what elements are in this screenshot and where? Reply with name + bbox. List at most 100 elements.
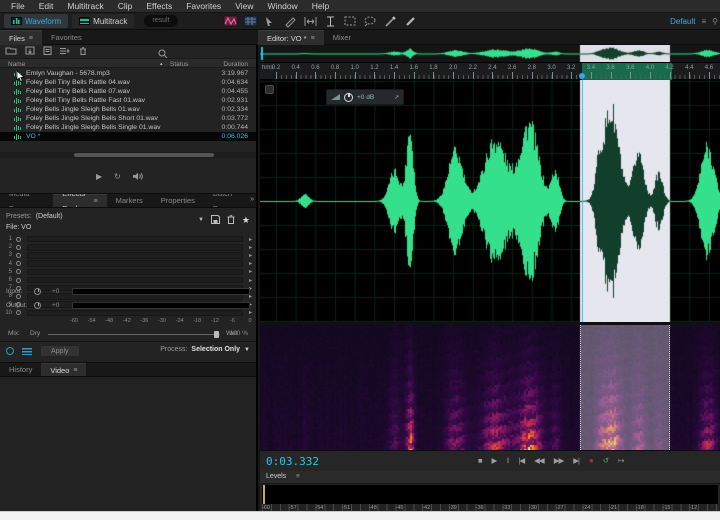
apply-button[interactable]: Apply [40, 345, 80, 357]
slot-power-icon[interactable] [16, 269, 21, 274]
slot-well[interactable] [27, 277, 243, 284]
waveform-overview-strip[interactable] [260, 45, 720, 63]
slot-well[interactable] [27, 244, 243, 251]
rack-bypass-icon[interactable] [22, 347, 32, 355]
razor-tool-icon[interactable] [284, 16, 297, 27]
waveform-view-button[interactable]: Waveform [4, 14, 68, 28]
menu-file[interactable]: File [4, 0, 32, 12]
slip-tool-icon[interactable] [304, 16, 317, 27]
menu-view[interactable]: View [228, 0, 260, 12]
workspace-menu-icon[interactable]: ≡ [701, 17, 706, 26]
sort-ascending-icon[interactable]: ▴ [160, 61, 163, 67]
file-row[interactable]: Foley Bells Jingle Sleigh Bells 01.wav0:… [0, 105, 256, 114]
slot-power-icon[interactable] [16, 237, 21, 242]
tab-video[interactable]: Video≡ [41, 363, 86, 376]
effect-slot[interactable]: 6▸ [0, 276, 256, 284]
scrollbar-thumb[interactable] [74, 153, 214, 157]
pause-button[interactable]: ‖ [506, 454, 508, 468]
slot-arrow-icon[interactable]: ▸ [249, 236, 252, 243]
waveform-display[interactable]: +0 dB ↗ [260, 80, 720, 322]
panel-menu-icon[interactable]: ≡ [311, 31, 315, 46]
hud-fade-icon[interactable] [331, 94, 340, 100]
tab-overflow-icon[interactable]: » [250, 196, 254, 203]
favorite-star-icon[interactable]: ★ [242, 215, 250, 226]
tab-effects-rack[interactable]: Effects Rack≡ [53, 194, 106, 207]
spectral-display[interactable] [260, 322, 720, 450]
paintbrush-tool-icon[interactable] [384, 16, 397, 27]
effect-slot[interactable]: 4▸ [0, 260, 256, 268]
file-row[interactable]: Foley Bell Tiny Bells Rattle Fast 01.wav… [0, 96, 256, 105]
spot-healing-tool-icon[interactable] [404, 16, 417, 27]
input-knob[interactable] [34, 288, 41, 295]
lasso-selection-tool-icon[interactable] [364, 16, 377, 27]
output-knob[interactable] [34, 302, 41, 309]
record-button[interactable]: ● [589, 454, 593, 468]
levels-tab-label[interactable]: Levels [266, 473, 286, 480]
effect-slot[interactable]: 2▸ [0, 243, 256, 251]
process-mode-select[interactable]: Selection Only [191, 346, 240, 353]
file-row[interactable]: Foley Bell Tiny Bells Rattle 07.wav0:04.… [0, 87, 256, 96]
column-status[interactable]: Status [170, 61, 188, 68]
levels-menu-icon[interactable]: ≡ [296, 473, 300, 480]
marquee-selection-tool-icon[interactable] [344, 16, 357, 27]
slot-arrow-icon[interactable]: ▸ [249, 268, 252, 275]
slot-well[interactable] [27, 252, 243, 259]
file-row[interactable]: Foley Bells Jingle Sleigh Bells Short 01… [0, 114, 256, 123]
workspace-switcher[interactable]: Default [670, 17, 695, 26]
time-display[interactable]: 0:03.332 [266, 455, 319, 468]
move-tool-icon[interactable] [264, 16, 277, 27]
slot-well[interactable] [27, 236, 243, 243]
effect-slot[interactable]: 1▸ [0, 235, 256, 243]
slot-power-icon[interactable] [16, 278, 21, 283]
slot-power-icon[interactable] [16, 310, 21, 315]
effect-slot[interactable]: 5▸ [0, 268, 256, 276]
menu-effects[interactable]: Effects [139, 0, 179, 12]
preset-dropdown-icon[interactable]: ▼ [198, 217, 204, 223]
column-duration[interactable]: Duration [223, 61, 248, 68]
tab-mixer[interactable]: Mixer [324, 30, 360, 45]
search-result-box[interactable]: result [144, 15, 177, 27]
mix-slider-track[interactable] [48, 334, 220, 335]
overview-canvas[interactable] [260, 45, 720, 62]
tab-batch-process[interactable]: Batch Process [204, 194, 256, 207]
tab-properties[interactable]: Properties [152, 194, 204, 207]
tab-history[interactable]: History [0, 363, 41, 376]
tab-media-browser[interactable]: Media Browser [0, 194, 53, 207]
panel-menu-icon[interactable]: ≡ [94, 194, 98, 209]
slot-arrow-icon[interactable]: ▸ [249, 244, 252, 251]
column-name[interactable]: Name [8, 61, 25, 68]
tab-editor-vo[interactable]: Editor: VO *≡ [258, 30, 324, 45]
slot-well[interactable] [27, 260, 243, 267]
tab-markers[interactable]: Markers [107, 194, 152, 207]
skip-selection-button[interactable]: ↦ [618, 454, 623, 468]
files-autoplay-icon[interactable] [133, 168, 144, 186]
menu-help[interactable]: Help [305, 0, 336, 12]
playhead-marker[interactable] [579, 73, 585, 79]
spectral-display-toggle-icon[interactable] [224, 16, 237, 27]
move-next-button[interactable]: ▶| [573, 454, 579, 468]
files-play-icon[interactable]: ▶ [96, 172, 102, 182]
menu-favorites[interactable]: Favorites [179, 0, 228, 12]
slot-arrow-icon[interactable]: ▸ [249, 252, 252, 259]
slot-well[interactable] [27, 269, 243, 276]
hud-expand-icon[interactable]: ↗ [394, 94, 399, 101]
menu-edit[interactable]: Edit [32, 0, 61, 12]
search-help-icon[interactable]: ⚲ [712, 17, 718, 26]
waveform-canvas[interactable] [260, 80, 720, 322]
slot-arrow-icon[interactable]: ▸ [249, 260, 252, 267]
files-list-header[interactable]: Name ▴ Status Duration [0, 58, 256, 68]
menu-multitrack[interactable]: Multitrack [60, 0, 110, 12]
preset-value[interactable]: (Default) [36, 213, 63, 220]
levels-header[interactable]: Levels ≡ [260, 471, 720, 484]
effect-slot[interactable]: 3▸ [0, 251, 256, 259]
menu-clip[interactable]: Clip [111, 0, 140, 12]
rack-power-icon[interactable] [6, 347, 14, 355]
timeline-ruler[interactable]: hms 0.20.40.60.81.01.21.41.61.82.02.22.4… [260, 63, 720, 80]
file-row[interactable]: Emlyn Vaughan - 5678.mp33:19.967 [0, 69, 256, 78]
process-dropdown-icon[interactable]: ▼ [244, 347, 250, 353]
file-row[interactable]: VO *0:06.026 [0, 132, 256, 141]
slot-power-icon[interactable] [16, 261, 21, 266]
play-button[interactable]: ▶ [492, 454, 497, 468]
rewind-button[interactable]: ◀◀ [534, 454, 544, 468]
menu-window[interactable]: Window [260, 0, 304, 12]
